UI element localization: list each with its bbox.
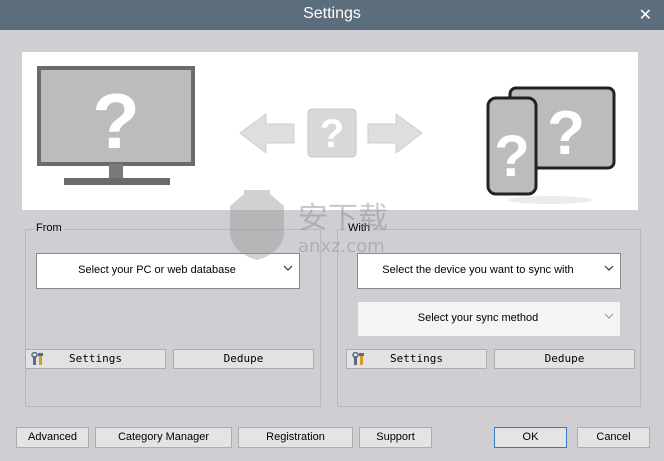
advanced-button[interactable]: Advanced (16, 427, 89, 448)
sync-method-select-value: Select your sync method (417, 312, 539, 324)
close-icon[interactable]: ✕ (639, 5, 652, 25)
sync-banner: ? ? ? ? (22, 52, 638, 210)
tablet-question-glyph: ? (547, 99, 585, 168)
from-dedupe-label: Dedupe (223, 352, 264, 365)
with-dedupe-button[interactable]: Dedupe (494, 349, 635, 369)
monitor-question-glyph: ? (92, 77, 140, 165)
arrow-left-icon (239, 113, 295, 155)
from-settings-button[interactable]: Settings (25, 349, 166, 369)
from-settings-label: Settings (69, 352, 122, 365)
monitor-icon: ? (37, 66, 195, 185)
from-dedupe-button[interactable]: Dedupe (173, 349, 314, 369)
support-button[interactable]: Support (359, 427, 432, 448)
phone-question-glyph: ? (494, 124, 529, 189)
source-select-value: Select your PC or web database (78, 264, 236, 276)
window-title: Settings (303, 5, 361, 22)
arrow-right-icon (367, 113, 423, 155)
with-dedupe-label: Dedupe (544, 352, 585, 365)
tools-icon (352, 352, 364, 365)
tools-icon (31, 352, 43, 365)
center-question-glyph: ? (320, 112, 344, 156)
with-legend: With (346, 222, 372, 234)
question-icon: ? (307, 108, 357, 158)
with-settings-label: Settings (390, 352, 443, 365)
settings-dialog: ? ? ? ? From Select your PC or web datab… (0, 30, 664, 461)
title-bar: Settings ✕ (0, 0, 664, 30)
device-select-value: Select the device you want to sync with (382, 264, 574, 276)
sync-method-select[interactable]: Select your sync method (357, 301, 621, 337)
device-select[interactable]: Select the device you want to sync with (357, 253, 621, 289)
ok-button[interactable]: OK (494, 427, 567, 448)
registration-button[interactable]: Registration (238, 427, 353, 448)
cancel-button[interactable]: Cancel (577, 427, 650, 448)
category-manager-button[interactable]: Category Manager (95, 427, 232, 448)
from-legend: From (34, 222, 64, 234)
with-settings-button[interactable]: Settings (346, 349, 487, 369)
source-select[interactable]: Select your PC or web database (36, 253, 300, 289)
chevron-down-icon (604, 265, 614, 271)
chevron-down-icon (604, 313, 614, 319)
chevron-down-icon (283, 265, 293, 271)
mobile-devices-icon: ? ? (486, 86, 616, 204)
